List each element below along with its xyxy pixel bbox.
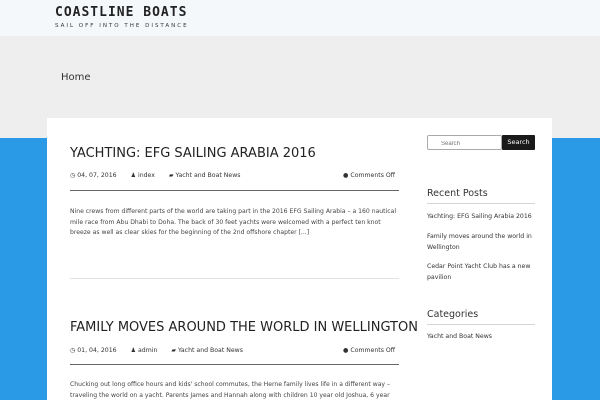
post-comments: ● Comments Off (343, 347, 395, 354)
post-divider (70, 190, 399, 191)
comments-status: Comments Off (350, 347, 396, 354)
post-comments: ● Comments Off (343, 172, 395, 179)
user-icon: ♟ (130, 172, 136, 179)
recent-post-link[interactable]: Yachting: EFG Sailing Arabia 2016 (427, 211, 533, 222)
comments-status: Comments Off (350, 172, 396, 179)
post-category[interactable]: Yacht and Boat News (176, 172, 241, 179)
post-excerpt: Chucking out long office hours and kids'… (70, 381, 391, 399)
post-meta: ◷ 01, 04, 2016 ♟ admin ▰ Yacht and Boat New… (70, 347, 255, 354)
recent-posts-title: Recent Posts (427, 188, 488, 199)
widget-divider (427, 203, 535, 204)
comment-icon: ● (343, 347, 349, 354)
breadcrumb[interactable]: Home (61, 72, 91, 83)
post-date[interactable]: 01, 04, 2016 (77, 347, 116, 354)
main-content: YACHTING: EFG SAILING ARABIA 2016 ◷ 04, 0… (47, 118, 552, 400)
search-button[interactable]: Search (502, 135, 535, 150)
search-input[interactable] (427, 135, 502, 150)
recent-post-link[interactable]: Cedar Point Yacht Club has a new pavilio… (427, 261, 533, 283)
folder-icon: ▰ (171, 347, 176, 354)
post-separator (70, 278, 399, 279)
clock-icon: ◷ (70, 347, 76, 354)
post-category[interactable]: Yacht and Boat News (178, 347, 243, 354)
category-link[interactable]: Yacht and Boat News (427, 331, 533, 342)
post-divider (70, 364, 399, 365)
recent-post-link[interactable]: Family moves around the world in Welling… (427, 231, 533, 253)
post-title[interactable]: YACHTING: EFG SAILING ARABIA 2016 (70, 146, 316, 161)
post-author[interactable]: index (138, 172, 155, 179)
clock-icon: ◷ (70, 172, 76, 179)
site-tagline: SAIL OFF INTO THE DISTANCE (55, 23, 189, 29)
site-header: COASTLINE BOATS SAIL OFF INTO THE DISTAN… (0, 0, 600, 36)
comment-icon: ● (343, 172, 349, 179)
categories-title: Categories (427, 309, 479, 320)
widget-divider (427, 324, 535, 325)
folder-icon: ▰ (168, 172, 174, 179)
site-title[interactable]: COASTLINE BOATS (55, 5, 187, 20)
post-meta: ◷ 04, 07, 2016 ♟ index ▰ Yacht and Boat New… (70, 172, 253, 179)
user-icon: ♟ (130, 347, 136, 354)
post-date[interactable]: 04, 07, 2016 (77, 172, 116, 179)
post-author[interactable]: admin (138, 347, 157, 354)
post-title[interactable]: FAMILY MOVES AROUND THE WORLD IN WELLING… (70, 320, 418, 335)
post-excerpt: Nine crews from different parts of the w… (70, 208, 397, 236)
